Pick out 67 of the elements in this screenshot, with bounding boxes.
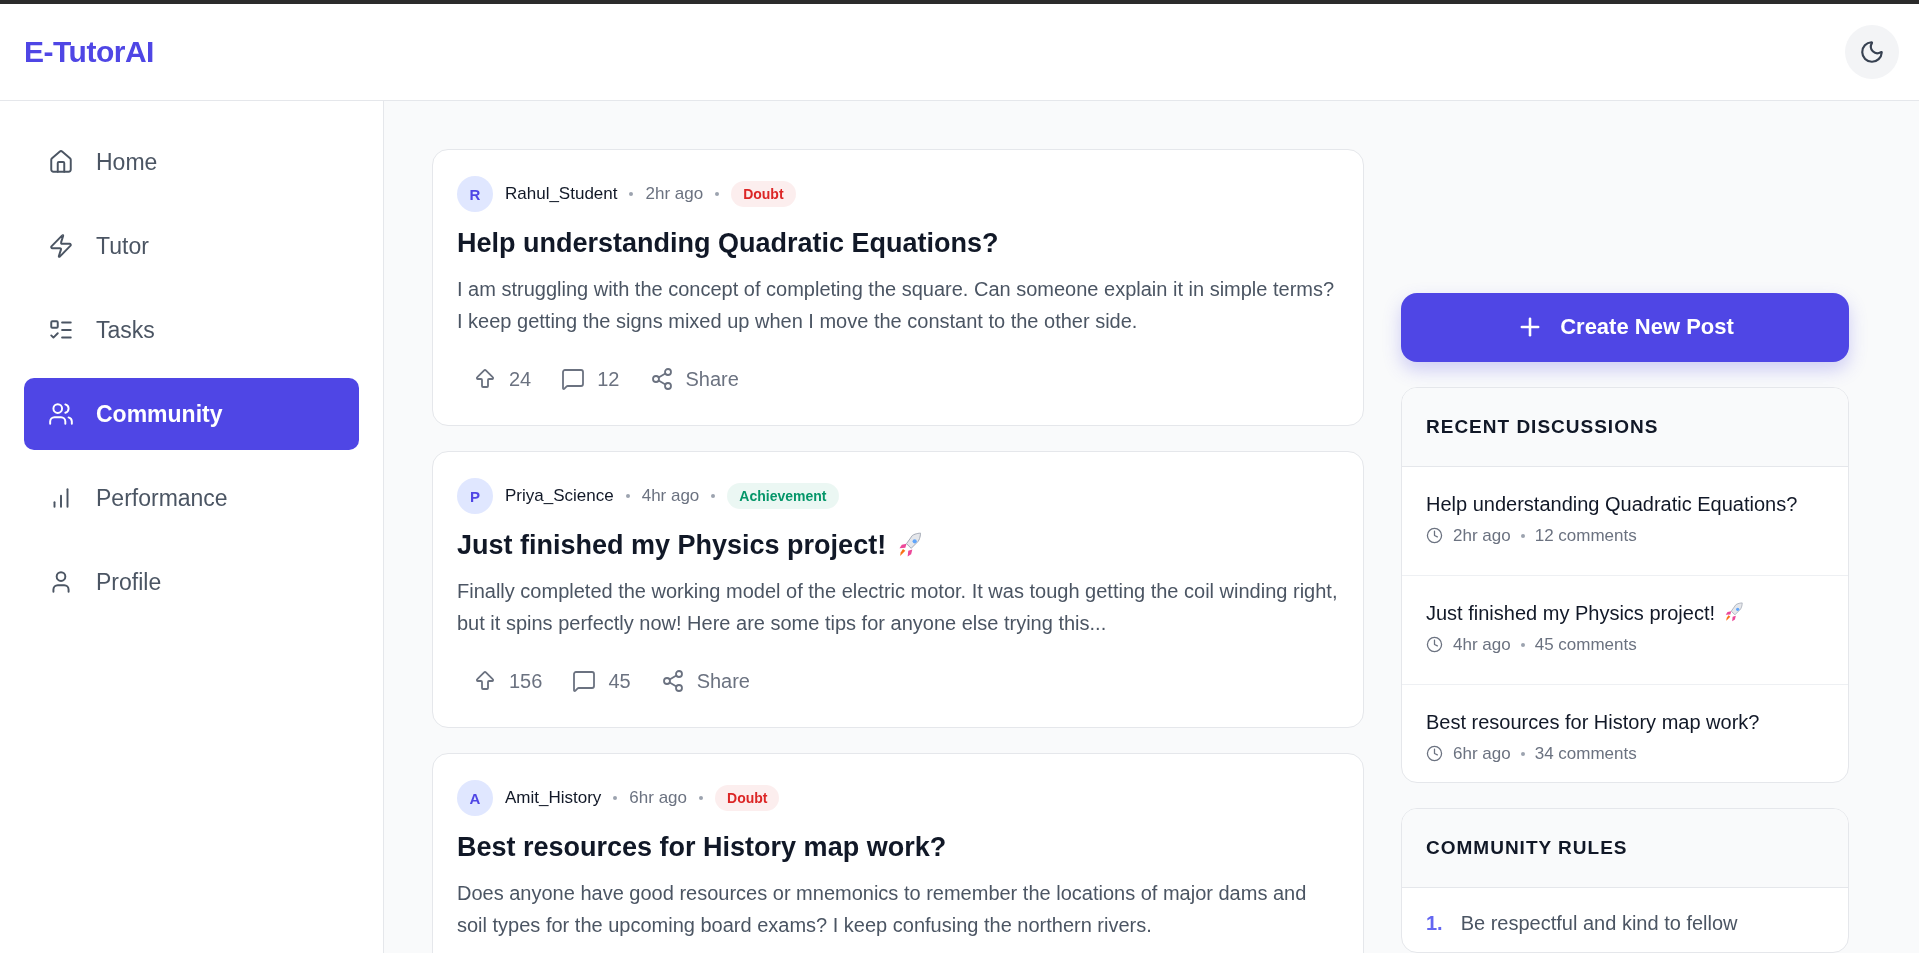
dot-separator <box>1520 751 1525 756</box>
post-time: 6hr ago <box>629 788 688 808</box>
author-name: Amit_History <box>505 788 602 808</box>
clock-icon <box>1426 745 1443 763</box>
post-time: 4hr ago <box>641 486 700 506</box>
dot-separator <box>629 192 634 196</box>
dot-separator <box>711 494 716 498</box>
nav-item[interactable]: Community <box>24 378 359 450</box>
post-title[interactable]: Just finished my Physics project! <box>457 530 887 561</box>
post-tag: Doubt <box>715 785 780 811</box>
nav-item[interactable]: Home <box>24 126 359 198</box>
dot-separator <box>613 796 618 800</box>
nav-item[interactable]: Tasks <box>24 294 359 366</box>
discussion-time: 4hr ago <box>1453 634 1511 655</box>
panel-title: RECENT DISCUSSIONS <box>1426 415 1659 438</box>
discussion-title[interactable]: Help understanding Quadratic Equations? <box>1426 492 1798 516</box>
avatar: P <box>457 478 493 514</box>
author-name: Rahul_Student <box>505 184 618 204</box>
upvote-button[interactable]: 24 <box>473 367 532 391</box>
home-icon <box>48 149 74 175</box>
avatar: R <box>457 176 493 212</box>
share-icon <box>660 669 685 693</box>
share-button[interactable]: Share <box>649 367 739 391</box>
up-arrow-icon <box>473 669 497 693</box>
lightning-icon <box>48 233 74 259</box>
post-body: Does anyone have good resources or mnemonics to remember the locations of major dams and soil types for the upcoming board exams? I keep confusing the northern rivers. <box>457 881 1308 938</box>
upvote-button[interactable]: 156 <box>473 669 543 693</box>
comment-icon <box>561 367 586 391</box>
nav-item[interactable]: Performance <box>24 462 359 534</box>
post-body: I am struggling with the concept of completing the square. Can someone explain it in simple terms? I keep getting the signs mixed up when I move the constant to the other side. <box>457 277 1336 334</box>
app-logo[interactable]: E-TutorAI <box>24 35 154 69</box>
post-tag: Doubt <box>731 181 796 207</box>
up-arrow-icon <box>473 367 497 391</box>
discussion-time: 6hr ago <box>1453 743 1511 764</box>
panel-title: COMMUNITY RULES <box>1426 836 1628 859</box>
post-title[interactable]: Help understanding Quadratic Equations? <box>457 228 999 259</box>
moon-icon <box>1859 39 1885 65</box>
post-body: Finally completed the working model of the electric motor. It was tough getting the coil winding right, but it spins perfectly now! Here are some tips for anyone else trying this... <box>457 579 1339 636</box>
users-icon <box>48 401 74 427</box>
post-tag: Achievement <box>727 483 839 509</box>
comments-button[interactable]: 12 <box>561 367 620 391</box>
dot-separator <box>625 494 630 498</box>
discussion-title[interactable]: Just finished my Physics project! <box>1426 601 1715 625</box>
comment-icon <box>572 669 597 693</box>
comments-button[interactable]: 45 <box>572 669 631 693</box>
discussion-title[interactable]: Best resources for History map work? <box>1426 710 1760 734</box>
dot-separator <box>699 796 704 800</box>
post-time: 2hr ago <box>645 184 704 204</box>
dot-separator <box>715 192 720 196</box>
discussion-time: 2hr ago <box>1453 525 1511 546</box>
post-title[interactable]: Best resources for History map work? <box>457 832 947 863</box>
avatar: A <box>457 780 493 816</box>
create-post-button[interactable]: Create New Post <box>1401 293 1849 362</box>
dot-separator <box>1520 642 1525 647</box>
comment-count: 12 comments <box>1534 525 1637 546</box>
clock-icon <box>1426 636 1443 654</box>
nav-item[interactable]: Tutor <box>24 210 359 282</box>
dot-separator <box>1520 533 1525 538</box>
share-button[interactable]: Share <box>660 669 750 693</box>
author-name: Priya_Science <box>505 486 614 506</box>
comment-count: 45 comments <box>1534 634 1637 655</box>
share-icon <box>649 367 674 391</box>
clock-icon <box>1426 527 1443 545</box>
nav-item[interactable]: Profile <box>24 546 359 618</box>
rule-number: 1. <box>1426 911 1443 935</box>
comment-count: 34 comments <box>1534 743 1637 764</box>
rule-text: Be respectful and kind to fellow <box>1460 911 1738 935</box>
